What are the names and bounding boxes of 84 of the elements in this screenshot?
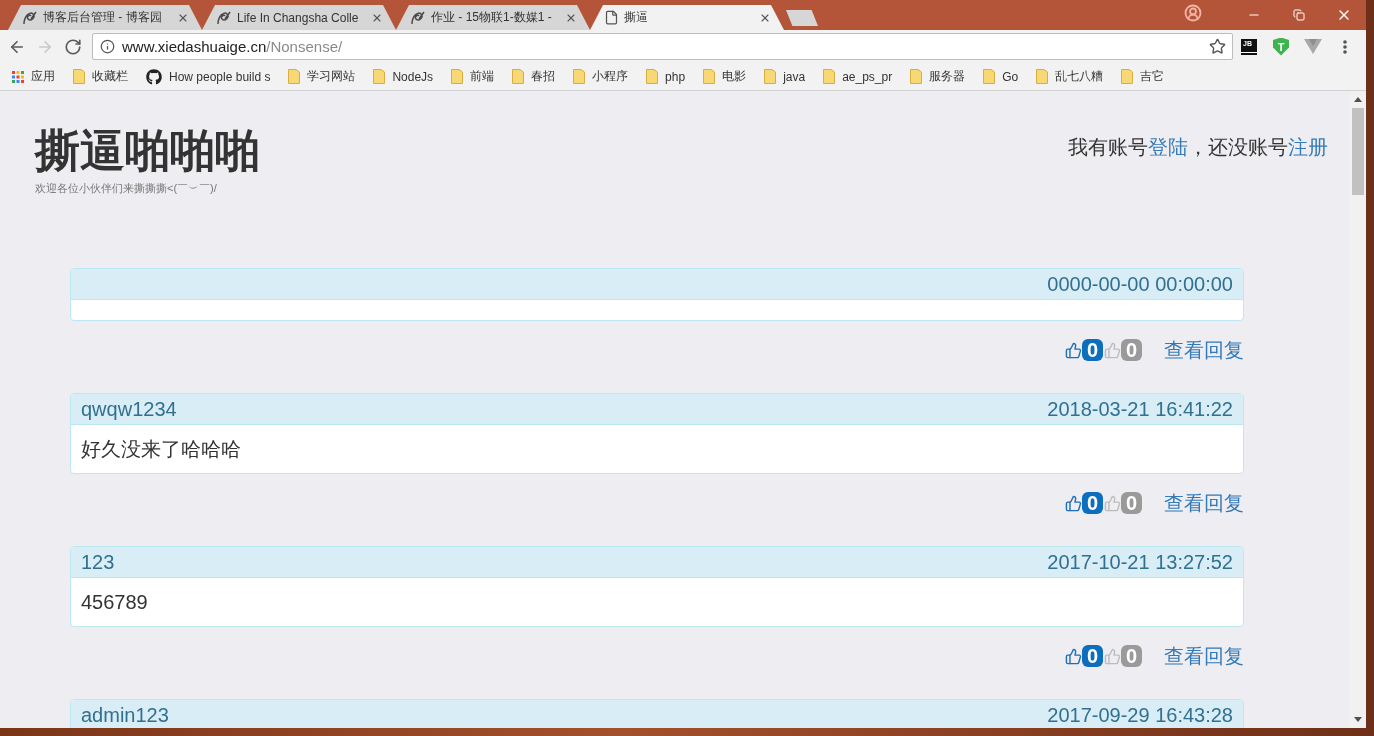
folder-icon [703, 69, 716, 84]
folder-icon [573, 69, 586, 84]
swirl-logo-icon [22, 9, 38, 26]
swirl-logo-icon [410, 9, 426, 26]
bookmark-item[interactable]: 小程序 [569, 65, 636, 88]
bookmark-item[interactable]: 乱七八糟 [1032, 65, 1111, 88]
post-content: 456789 [81, 590, 149, 615]
view-replies-link[interactable]: 查看回复 [1164, 336, 1244, 364]
like-count-badge: 0 [1082, 339, 1103, 361]
person-icon [1184, 4, 1202, 22]
bookmark-item[interactable]: php [642, 65, 693, 88]
swirl-logo-icon [216, 9, 232, 26]
bookmark-item[interactable]: 春招 [508, 65, 563, 88]
site-subtitle: 欢迎各位小伙伴们来撕撕撕<(￣︶￣)/ [35, 181, 217, 196]
post-date: 0000-00-00 00:00:00 [1047, 272, 1233, 297]
bookmark-item[interactable]: How people build s [142, 65, 278, 88]
browser-tab[interactable]: 作业 - 15物联1-数媒1 - [396, 5, 590, 30]
bookmark-item[interactable]: 学习网站 [284, 65, 363, 88]
dislike-count-badge: 0 [1121, 339, 1142, 361]
folder-icon [646, 69, 659, 84]
dislike-count-badge: 0 [1121, 645, 1142, 667]
thumbs-up-icon[interactable] [1104, 341, 1121, 359]
author-name: admin123 [81, 703, 169, 728]
folder-icon [1036, 69, 1049, 84]
thumbs-up-icon[interactable] [1104, 647, 1121, 665]
scrollbar-thumb[interactable] [1352, 108, 1364, 195]
menu-icon [1343, 39, 1347, 54]
dislike-count-badge: 0 [1121, 492, 1142, 514]
address-field[interactable]: www.xiedashuaige.cn/Nonsense/ [92, 33, 1233, 60]
folder-icon [73, 69, 85, 84]
bookmark-item[interactable]: 电影 [699, 65, 754, 88]
post-content: 好久没来了哈哈哈 [81, 437, 242, 462]
bookmark-item[interactable]: 前端 [447, 65, 502, 88]
bookmark-item[interactable]: 吉它 [1117, 65, 1172, 88]
bookmark-item[interactable]: java [760, 65, 813, 88]
profile-button[interactable] [1183, 3, 1203, 23]
folder-icon [910, 69, 923, 84]
post-date: 2017-10-21 13:27:52 [1047, 550, 1233, 575]
app-grid-icon [12, 70, 24, 83]
triangle-icon [1304, 39, 1322, 54]
post-date: 2018-03-21 16:41:22 [1047, 397, 1233, 422]
folder-icon [373, 69, 386, 84]
view-replies-link[interactable]: 查看回复 [1164, 642, 1244, 670]
bookmark-item[interactable]: NodeJs [369, 65, 441, 88]
star-icon [1208, 38, 1226, 55]
url-text[interactable]: www.xiedashuaige.cn/Nonsense/ [122, 38, 1201, 55]
login-link[interactable]: 登陆 [1148, 136, 1188, 158]
bookmark-item[interactable]: Go [979, 65, 1026, 88]
cat-logo-icon [146, 68, 162, 85]
register-link[interactable]: 注册 [1288, 136, 1328, 158]
view-replies-link[interactable]: 查看回复 [1164, 489, 1244, 517]
browser-tab[interactable]: 博客后台管理 - 博客园 [8, 5, 202, 30]
restore-icon [1292, 9, 1305, 21]
author-name: qwqw1234 [81, 397, 177, 422]
like-count-badge: 0 [1082, 492, 1103, 514]
thumbs-up-icon[interactable] [1065, 341, 1082, 359]
bookmark-item[interactable]: ae_ps_pr [819, 65, 900, 88]
triangle-down-icon [1354, 717, 1362, 722]
folder-icon [823, 69, 836, 84]
thumbs-up-icon[interactable] [1065, 647, 1082, 665]
post-date: 2017-09-29 16:43:28 [1047, 703, 1233, 728]
page-icon [604, 10, 619, 25]
new-tab-button[interactable] [786, 10, 818, 26]
author-name: 123 [81, 550, 115, 575]
bookmark-item[interactable]: 应用 [8, 65, 62, 88]
browser-tab[interactable]: 撕逼 [590, 5, 784, 30]
bookmark-item[interactable]: 收藏栏 [69, 65, 135, 88]
thumbs-up-icon[interactable] [1104, 494, 1121, 512]
folder-icon [983, 69, 996, 84]
like-count-badge: 0 [1082, 645, 1103, 667]
folder-icon [288, 69, 301, 84]
reload-icon [64, 37, 82, 56]
triangle-up-icon [1354, 97, 1362, 102]
folder-icon [451, 69, 464, 84]
bookmark-star-button[interactable] [1208, 37, 1226, 56]
account-prompt: 我有账号登陆，还没账号注册 [1068, 135, 1328, 160]
folder-icon [764, 69, 777, 84]
browser-tab[interactable]: Life In Changsha Colle [202, 5, 396, 30]
site-title: 撕逼啪啪啪 [35, 126, 260, 176]
folder-icon [512, 69, 525, 84]
folder-icon [1121, 69, 1134, 84]
bookmark-item[interactable]: 服务器 [906, 65, 973, 88]
thumbs-up-icon[interactable] [1065, 494, 1082, 512]
info-icon[interactable] [100, 39, 115, 54]
